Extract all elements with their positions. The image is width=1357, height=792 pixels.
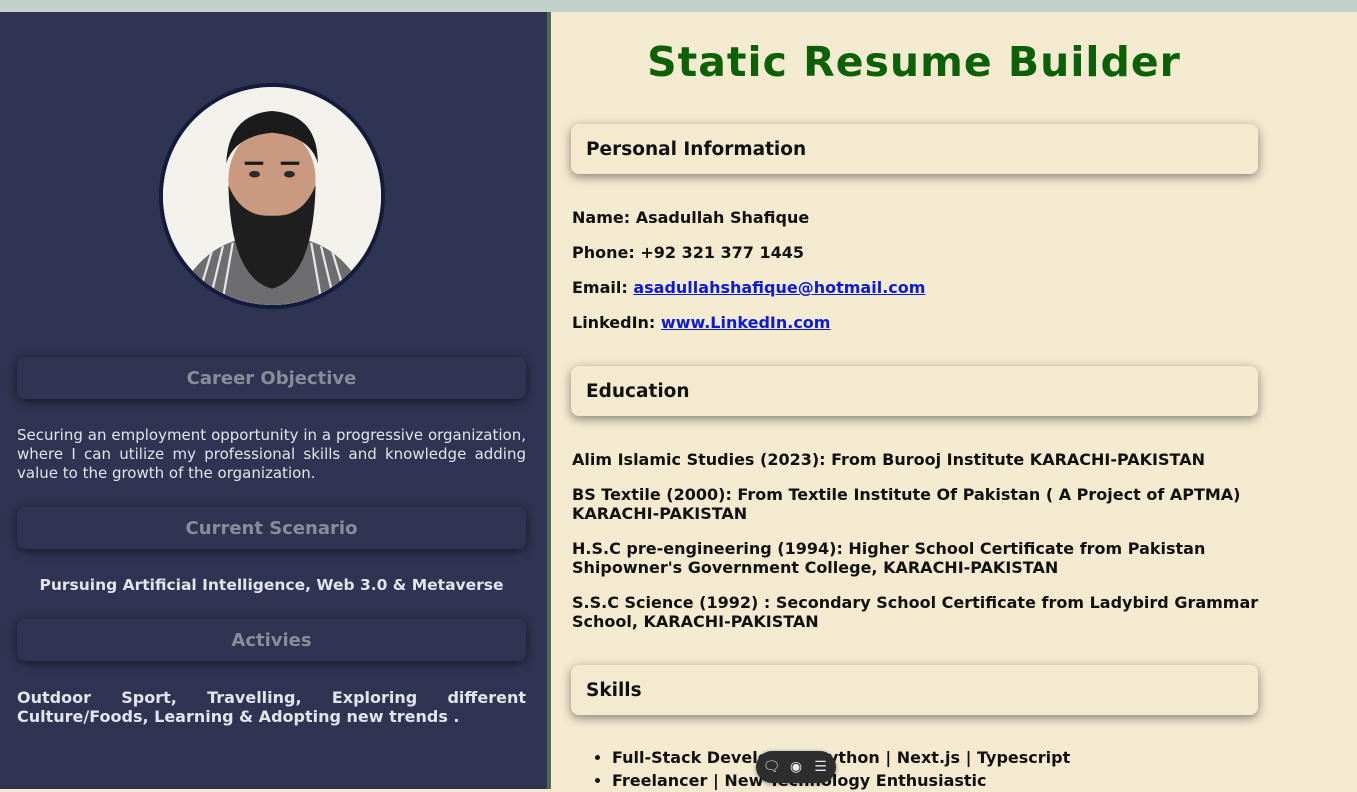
floating-toolbar: 🗨︎ ◉ ☰	[756, 751, 836, 783]
education-header: Education	[571, 366, 1258, 416]
current-scenario-text: Pursuing Artificial Intelligence, Web 3.…	[39, 576, 504, 594]
email-link[interactable]: asadullahshafique@hotmail.com	[633, 278, 925, 297]
email-line: Email: asadullahshafique@hotmail.com	[572, 278, 1262, 297]
name-label: Name:	[572, 208, 631, 227]
activities-text: Outdoor Sport, Travelling, Exploring dif…	[17, 688, 526, 726]
skills-header: Skills	[571, 665, 1258, 715]
activities-heading: Activies	[17, 619, 526, 661]
personal-info-heading: Personal Information	[586, 138, 807, 160]
phone-label: Phone:	[572, 243, 635, 262]
name-line: Name: Asadullah Shafique	[572, 208, 1262, 227]
email-label: Email:	[572, 278, 628, 297]
linkedin-line: LinkedIn: www.LinkedIn.com	[572, 313, 1262, 332]
career-objective-text: Securing an employment opportunity in a …	[17, 426, 526, 482]
education-heading: Education	[586, 380, 690, 402]
education-item: H.S.C pre-engineering (1994): Higher Sch…	[572, 539, 1206, 577]
skill-item: Full-Stack Developer | Python | Next.js …	[612, 746, 1070, 769]
education-item: Alim Islamic Studies (2023): From Burooj…	[572, 450, 1205, 469]
page-title: Static Resume Builder	[647, 38, 1181, 86]
skills-heading: Skills	[586, 679, 642, 701]
profile-photo	[163, 87, 381, 305]
browser-top-strip	[0, 0, 1357, 12]
current-scenario-heading: Current Scenario	[17, 507, 526, 549]
column-divider	[547, 12, 551, 789]
education-item: BS Textile (2000): From Textile Institut…	[572, 485, 1241, 523]
personal-info-header: Personal Information	[571, 124, 1258, 174]
linkedin-link[interactable]: www.LinkedIn.com	[661, 313, 831, 332]
linkedin-label: LinkedIn:	[572, 313, 656, 332]
career-objective-heading: Career Objective	[17, 357, 526, 399]
sidebar: Career Objective Securing an employment …	[0, 12, 547, 789]
phone-line: Phone: +92 321 377 1445	[572, 243, 1262, 262]
avatar	[159, 83, 385, 309]
name-value: Asadullah Shafique	[635, 208, 810, 227]
comment-icon[interactable]: 🗨︎	[763, 759, 781, 775]
phone-value: +92 321 377 1445	[640, 243, 805, 262]
menu-icon[interactable]: ☰	[812, 759, 830, 775]
eye-icon[interactable]: ◉	[787, 759, 805, 775]
education-item: S.S.C Science (1992) : Secondary School …	[572, 593, 1259, 631]
